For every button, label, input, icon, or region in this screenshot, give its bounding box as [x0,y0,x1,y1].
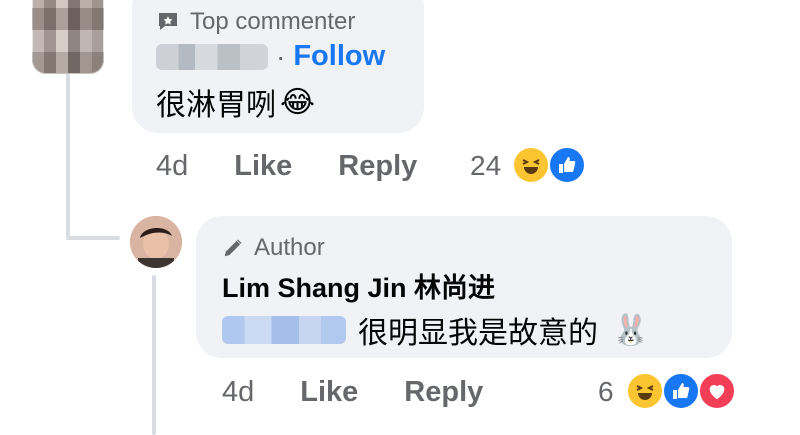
reply-timestamp[interactable]: 4d [222,376,254,409]
like-button[interactable]: Like [234,150,292,183]
comment-actions: 4d Like Reply [156,150,417,183]
reply-actions: 4d Like Reply [222,376,483,409]
reply-text-content: 很明显我是故意的 [358,317,598,350]
thread-line [66,70,70,240]
thread-connector [66,236,120,240]
badge-label: Top commenter [190,8,356,35]
laugh-reaction-icon[interactable] [626,372,664,410]
like-reaction-icon[interactable] [548,146,586,184]
tears-of-joy-emoji: 😂 [280,85,316,119]
comment-timestamp[interactable]: 4d [156,150,188,183]
top-commenter-badge: Top commenter [156,8,355,36]
reaction-count[interactable]: 24 [470,150,501,182]
reaction-count[interactable]: 6 [598,376,614,408]
badge-icon [159,13,177,30]
rabbit-emoji: 🐰 [612,313,650,347]
comment-text: 很淋胃咧 😂 [156,80,315,124]
laugh-reaction-icon[interactable] [512,146,550,184]
reply-thread-line [152,275,156,435]
reply-button[interactable]: Reply [404,376,483,409]
commenter-avatar[interactable] [32,0,104,74]
comment-text-content: 很淋胃咧 [156,89,276,122]
pencil-icon [224,239,242,257]
author-badge: Author [222,234,325,262]
love-reaction-icon[interactable] [698,372,736,410]
reply-author-name[interactable]: Lim Shang Jin 林尚进 [222,266,495,305]
follow-button[interactable]: Follow [293,40,385,73]
reply-button[interactable]: Reply [338,150,417,183]
author-avatar[interactable] [130,216,182,268]
like-button[interactable]: Like [300,376,358,409]
mention-blurred[interactable] [222,316,346,344]
like-reaction-icon[interactable] [662,372,700,410]
separator-dot: · [276,40,286,72]
reply-text: 很明显我是故意的 🐰 [222,308,649,352]
badge-label: Author [254,234,325,261]
commenter-name-blurred[interactable] [156,43,268,70]
comment-author-row: · Follow [156,40,385,73]
